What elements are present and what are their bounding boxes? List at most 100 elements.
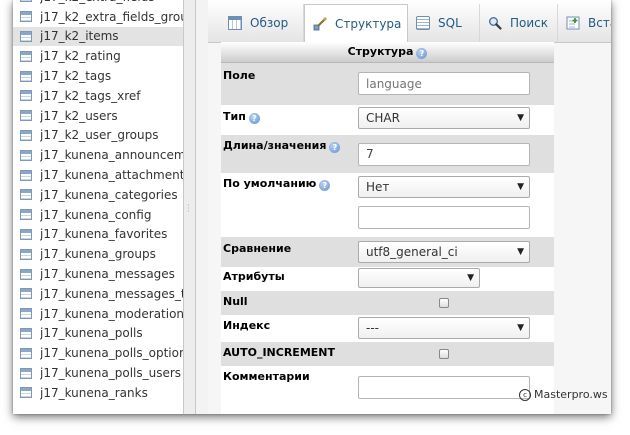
tab-sql[interactable]: SQL — [408, 4, 480, 42]
tab-insert-label: Вста — [588, 16, 611, 30]
sidebar-table-item[interactable]: j17_k2_rating — [13, 46, 183, 66]
row-attributes: Атрибуты ▼ — [221, 267, 554, 291]
watermark: c Masterpro.ws — [519, 388, 608, 401]
sidebar-table-item[interactable]: j17_kunena_ranks — [13, 383, 183, 403]
sidebar-table-name: j17_kunena_messages — [40, 267, 175, 282]
sidebar-table-name: j17_kunena_categories — [40, 187, 178, 202]
table-icon — [20, 189, 32, 201]
chevron-down-icon: ▼ — [517, 182, 524, 192]
table-icon — [20, 327, 32, 339]
sidebar-table-item[interactable]: j17_kunena_config — [13, 205, 183, 225]
field-name-input[interactable] — [358, 72, 530, 95]
sidebar-table-name: j17_kunena_polls_users — [40, 366, 182, 381]
column-structure-form: Структура? Поле Тип? CHAR ▼ Длина/значен… — [221, 42, 554, 414]
tab-insert[interactable]: Вста — [558, 4, 611, 42]
sidebar-table-item[interactable]: j17_kunena_announcement — [13, 145, 183, 165]
chevron-down-icon: ▼ — [517, 247, 524, 257]
sidebar-table-item[interactable]: j17_k2_tags_xref — [13, 86, 183, 106]
insert-icon — [566, 16, 580, 30]
table-icon — [20, 209, 32, 221]
sidebar-table-item[interactable]: j17_k2_user_groups — [13, 126, 183, 146]
auto-increment-checkbox[interactable] — [439, 349, 449, 359]
table-icon — [20, 149, 32, 161]
attributes-label: Атрибуты — [223, 270, 285, 283]
chevron-down-icon: ▼ — [517, 113, 524, 123]
panel-gap — [196, 0, 208, 414]
type-label: Тип? — [223, 110, 260, 124]
watermark-text: Masterpro.ws — [534, 388, 608, 401]
sidebar-table-item[interactable]: j17_kunena_messages — [13, 264, 183, 284]
chevron-down-icon: ▼ — [467, 273, 474, 283]
table-icon — [20, 11, 32, 23]
table-icon — [20, 50, 32, 62]
sidebar-table-item[interactable]: j17_k2_extra_fields_group — [13, 7, 183, 27]
table-icon — [20, 308, 32, 320]
length-input[interactable]: 7 — [358, 143, 530, 166]
length-input-value: 7 — [366, 147, 374, 161]
tab-browse[interactable]: Обзор — [220, 4, 304, 42]
help-icon[interactable]: ? — [329, 142, 341, 153]
tab-bar: Обзор Структура SQL Поиск Вст — [208, 0, 611, 43]
sidebar-table-item[interactable]: j17_kunena_polls_options — [13, 343, 183, 363]
sidebar-table-name: j17_kunena_ranks — [40, 385, 148, 400]
sidebar-table-name: j17_k2_tags — [40, 69, 112, 84]
row-default: По умолчанию? Нет ▼ — [221, 173, 554, 237]
default-value-input[interactable] — [358, 206, 530, 229]
help-icon[interactable]: ? — [248, 113, 260, 124]
sidebar-table-item[interactable]: j17_k2_extra_fields — [13, 0, 183, 7]
sidebar-table-name: j17_kunena_attachments — [40, 168, 183, 183]
null-label: Null — [223, 295, 248, 308]
sidebar-table-name: j17_k2_extra_fields — [40, 0, 155, 4]
sidebar-table-item[interactable]: j17_kunena_polls_users — [13, 363, 183, 383]
sidebar-table-item[interactable]: j17_kunena_messages_te — [13, 284, 183, 304]
field-name-label: Поле — [223, 69, 256, 82]
table-icon — [20, 347, 32, 359]
sidebar-table-name: j17_k2_rating — [40, 49, 121, 64]
table-icon — [20, 367, 32, 379]
table-icon — [20, 110, 32, 122]
tab-structure-label: Структура — [335, 17, 402, 31]
form-caption: Структура? — [221, 42, 554, 63]
screenshot-frame: j17_k2_extra_fields j17_k2_extra_fields_g… — [13, 0, 611, 414]
type-select[interactable]: CHAR ▼ — [358, 107, 530, 129]
main-panel: Обзор Структура SQL Поиск Вст Структура … — [208, 0, 611, 414]
sidebar-table-item[interactable]: j17_k2_users — [13, 106, 183, 126]
sidebar-table-item[interactable]: j17_kunena_categories — [13, 185, 183, 205]
tab-search[interactable]: Поиск — [480, 4, 558, 42]
sidebar-resizer[interactable]: · · · — [183, 0, 196, 414]
row-comments: Комментарии — [221, 366, 554, 414]
length-label-text: Длина/значения — [223, 139, 327, 152]
row-null: Null — [221, 291, 554, 315]
chevron-down-icon: ▼ — [517, 323, 524, 333]
table-icon — [20, 90, 32, 102]
collation-select[interactable]: utf8_general_ci ▼ — [358, 241, 530, 263]
sidebar-table-item[interactable]: j17_kunena_favorites — [13, 225, 183, 245]
form-caption-label: Структура — [347, 45, 414, 58]
attributes-select[interactable]: ▼ — [358, 268, 480, 288]
null-checkbox[interactable] — [439, 298, 449, 308]
sidebar-table-name: j17_k2_items — [40, 29, 119, 44]
type-select-value: CHAR — [366, 111, 400, 125]
sidebar-table-item[interactable]: j17_kunena_attachments — [13, 165, 183, 185]
sidebar-table-name: j17_kunena_polls — [40, 326, 143, 341]
row-collation: Сравнение utf8_general_ci ▼ — [221, 237, 554, 267]
sidebar-table-name: j17_k2_tags_xref — [40, 88, 141, 103]
sidebar-table-item[interactable]: j17_k2_tags — [13, 66, 183, 86]
tab-structure[interactable]: Структура — [304, 4, 408, 43]
help-icon[interactable]: ? — [416, 48, 428, 59]
sidebar-table-item[interactable]: j17_kunena_groups — [13, 244, 183, 264]
table-icon — [20, 70, 32, 82]
sidebar-table-item[interactable]: j17_k2_items — [13, 26, 183, 47]
comments-input[interactable] — [358, 376, 530, 399]
default-select[interactable]: Нет ▼ — [358, 176, 530, 198]
index-select[interactable]: --- ▼ — [358, 317, 530, 339]
sidebar-table-item[interactable]: j17_kunena_moderation — [13, 304, 183, 324]
help-icon[interactable]: ? — [319, 180, 331, 191]
grip-icon: · · · — [187, 201, 190, 216]
sidebar-table-item[interactable]: j17_kunena_polls — [13, 324, 183, 344]
index-select-value: --- — [366, 321, 379, 335]
sql-icon — [416, 16, 430, 30]
sidebar-table-name: j17_kunena_config — [40, 207, 152, 222]
browse-icon — [228, 16, 242, 30]
table-list: j17_k2_extra_fields j17_k2_extra_fields_g… — [13, 0, 183, 403]
